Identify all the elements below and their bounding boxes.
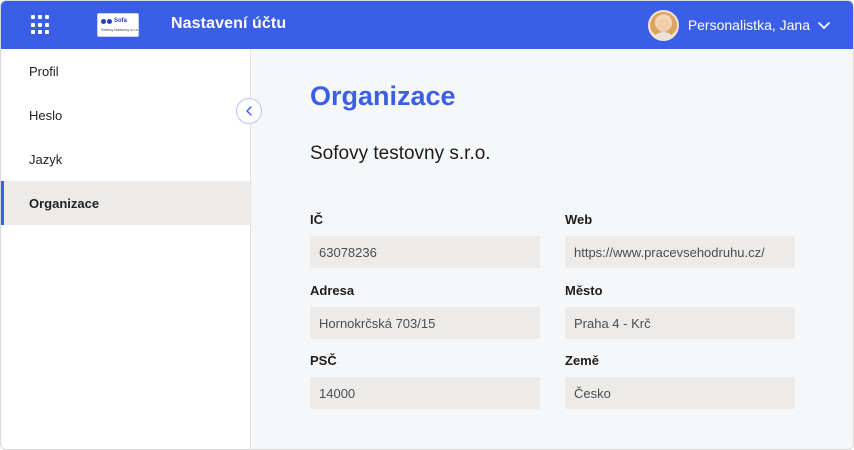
web-value: https://www.pracevsehodruhu.cz/: [565, 236, 795, 268]
field-label: Web: [565, 212, 593, 227]
app-title: Nastavení účtu: [171, 15, 287, 32]
sidebar-item-organizace[interactable]: Organizace: [1, 181, 250, 225]
avatar: [647, 9, 679, 41]
zip-value: 14000: [310, 377, 540, 409]
top-bar: Sofa Sofovy testovny s.r.o. Nastavení úč…: [1, 1, 853, 49]
field-zip: PSČ 14000: [310, 353, 540, 409]
field-label: IČ: [310, 212, 323, 227]
user-name: Personalistka, Jana: [687, 17, 810, 33]
user-menu[interactable]: Personalistka, Jana: [647, 9, 831, 41]
sidebar-item-label: Heslo: [29, 107, 63, 123]
logo-subtitle: Sofovy testovny s.r.o.: [101, 27, 139, 32]
field-label: Adresa: [310, 283, 355, 298]
collapse-sidebar-button[interactable]: [236, 98, 262, 124]
field-web: Web https://www.pracevsehodruhu.cz/: [565, 212, 795, 268]
field-label: Město: [565, 283, 603, 298]
chevron-down-icon: [818, 22, 830, 29]
field-city: Město Praha 4 - Krč: [565, 283, 795, 339]
country-value: Česko: [565, 377, 795, 409]
logo-name: Sofa: [114, 18, 128, 24]
field-country: Země Česko: [565, 353, 795, 409]
sidebar: Profil Heslo Jazyk Organizace: [1, 49, 251, 449]
company-logo[interactable]: Sofa Sofovy testovny s.r.o.: [97, 13, 139, 37]
sidebar-item-jazyk[interactable]: Jazyk: [1, 137, 250, 181]
field-label: PSČ: [310, 353, 337, 368]
address-value: Hornokrčská 703/15: [310, 307, 540, 339]
page-title: Organizace: [310, 81, 456, 111]
city-value: Praha 4 - Krč: [565, 307, 795, 339]
sidebar-item-label: Profil: [29, 63, 59, 79]
sidebar-item-label: Organizace: [29, 195, 100, 211]
app-window: Sofa Sofovy testovny s.r.o. Nastavení úč…: [0, 0, 854, 450]
organization-name: Sofovy testovny s.r.o.: [310, 143, 491, 164]
chevron-left-icon: [246, 106, 252, 116]
ic-value: 63078236: [310, 236, 540, 268]
main-content: Organizace Sofovy testovny s.r.o. IČ 630…: [251, 49, 853, 449]
apps-grid-icon[interactable]: [31, 15, 51, 35]
sidebar-item-profil[interactable]: Profil: [1, 49, 250, 93]
sidebar-item-heslo[interactable]: Heslo: [1, 93, 250, 137]
field-address: Adresa Hornokrčská 703/15: [310, 283, 540, 339]
field-label: Země: [565, 353, 599, 368]
field-ic: IČ 63078236: [310, 212, 540, 268]
sidebar-item-label: Jazyk: [29, 151, 63, 167]
